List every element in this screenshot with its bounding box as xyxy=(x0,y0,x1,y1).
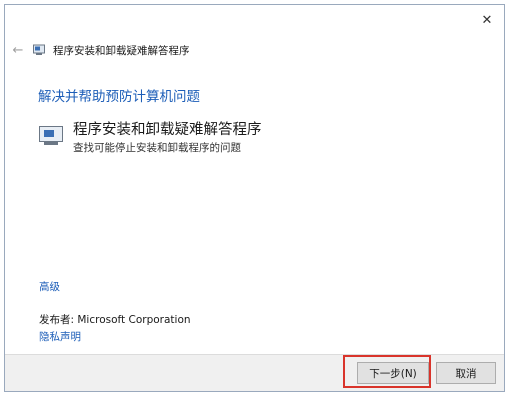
close-icon: ✕ xyxy=(481,12,493,28)
page-heading: 解决并帮助预防计算机问题 xyxy=(38,89,200,105)
dialog-footer: 下一步(N) 取消 xyxy=(5,354,504,391)
publisher-text: 发布者: Microsoft Corporation xyxy=(39,314,191,326)
option-description: 查找可能停止安装和卸载程序的问题 xyxy=(73,142,241,154)
window-title: 程序安装和卸载疑难解答程序 xyxy=(53,44,190,57)
close-button[interactable]: ✕ xyxy=(476,11,498,29)
program-install-icon xyxy=(39,124,65,146)
window-titlebar: ← 程序安装和卸载疑难解答程序 xyxy=(11,40,190,60)
back-arrow-icon[interactable]: ← xyxy=(11,43,25,58)
troubleshooter-icon xyxy=(33,44,45,55)
troubleshooter-window: ✕ ← 程序安装和卸载疑难解答程序 解决并帮助预防计算机问题 程序安装和卸载疑难… xyxy=(4,4,505,392)
next-button[interactable]: 下一步(N) xyxy=(357,362,429,384)
cancel-button[interactable]: 取消 xyxy=(436,362,496,384)
troubleshooter-option: 程序安装和卸载疑难解答程序 查找可能停止安装和卸载程序的问题 xyxy=(39,121,262,155)
option-title: 程序安装和卸载疑难解答程序 xyxy=(73,122,262,138)
privacy-link[interactable]: 隐私声明 xyxy=(39,329,81,344)
advanced-link[interactable]: 高级 xyxy=(39,279,60,294)
